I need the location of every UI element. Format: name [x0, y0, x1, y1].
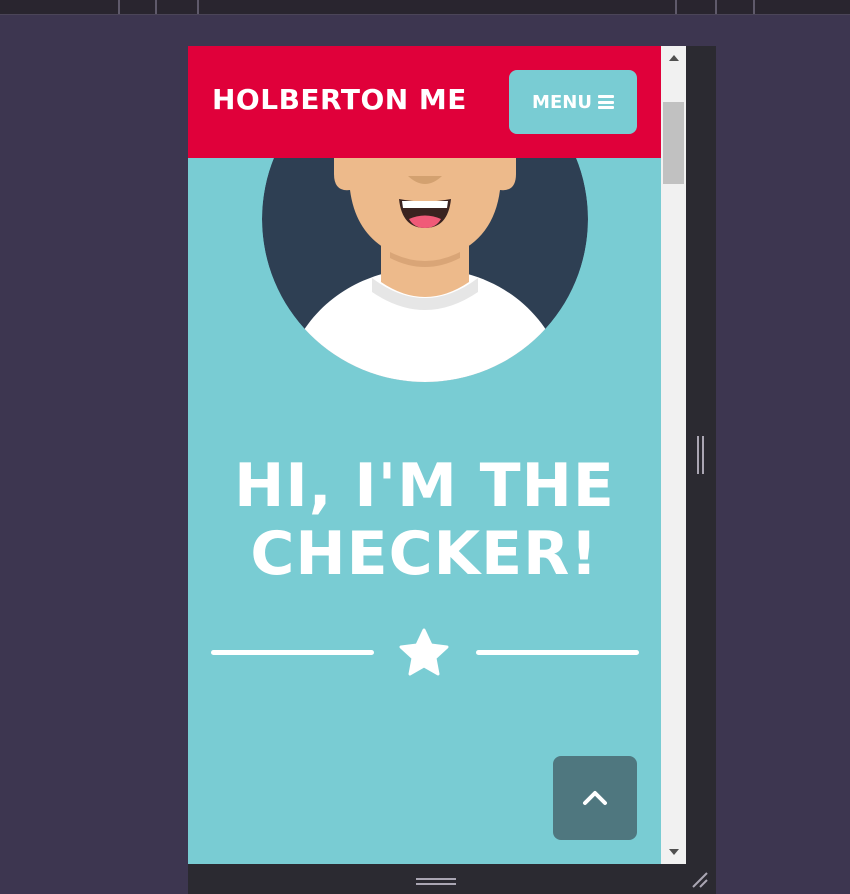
height-resize-handle[interactable] — [416, 876, 458, 888]
site-brand[interactable]: HOLBERTON ME — [212, 83, 467, 116]
toolbar-separator — [118, 0, 120, 14]
toolbar-separator — [675, 0, 677, 14]
site-header: HOLBERTON ME MENU — [188, 46, 661, 158]
hero-headline-line2: CHECKER! — [250, 519, 599, 589]
width-resize-handle[interactable] — [697, 436, 705, 474]
menu-button[interactable]: MENU — [509, 70, 637, 134]
page-viewport[interactable]: HOLBERTON ME MENU HI, I'M THE CHECKER! — [188, 46, 661, 864]
divider-line-left — [211, 650, 374, 655]
triangle-down-icon — [668, 849, 679, 855]
toolbar-separator — [715, 0, 717, 14]
toolbar-separator — [753, 0, 755, 14]
scroll-down-button[interactable] — [661, 840, 686, 864]
toolbar-separator — [155, 0, 157, 14]
devtools-responsive-view: HOLBERTON ME MENU HI, I'M THE CHECKER! — [0, 0, 850, 894]
hamburger-icon — [597, 95, 614, 109]
vertical-scrollbar[interactable] — [661, 46, 686, 864]
scroll-up-button[interactable] — [661, 46, 686, 70]
back-to-top-button[interactable] — [553, 756, 637, 840]
menu-button-label: MENU — [532, 91, 592, 113]
toolbar-separator — [197, 0, 199, 14]
divider-line-right — [476, 650, 639, 655]
hero-headline: HI, I'M THE CHECKER! — [188, 452, 661, 588]
corner-resize-handle[interactable] — [690, 870, 710, 890]
scrollbar-thumb[interactable] — [663, 102, 684, 184]
device-frame: HOLBERTON ME MENU HI, I'M THE CHECKER! — [188, 46, 716, 894]
star-icon — [399, 628, 449, 676]
devtools-toolbar — [0, 0, 850, 15]
triangle-up-icon — [668, 55, 679, 61]
chevron-up-icon — [583, 791, 607, 805]
hero-headline-line1: HI, I'M THE — [234, 451, 615, 521]
